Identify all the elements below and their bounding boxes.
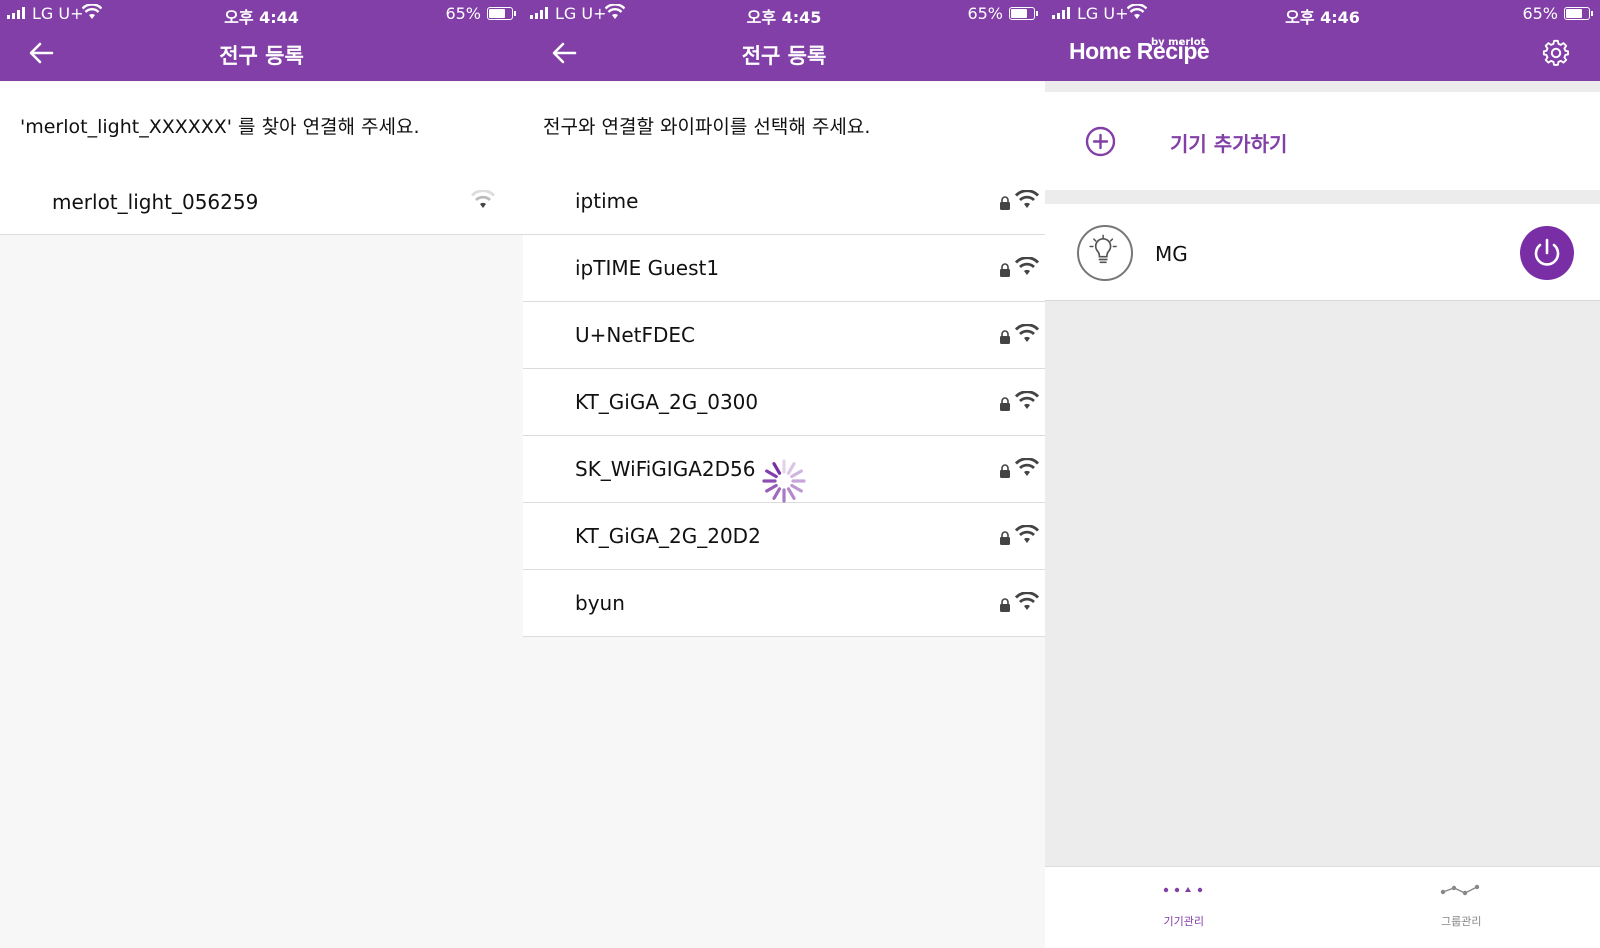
network-row[interactable]: ipTIME Guest1 (523, 235, 1045, 302)
app-header: LG U+ 오후 4:45 65% 전구 등록 (523, 0, 1045, 81)
wifi-network-list: 전구와 연결할 와이파이를 선택해 주세요. iptime ipTIME Gues… (523, 82, 1045, 637)
status-bar: LG U+ 오후 4:45 65% (523, 0, 1045, 27)
tab-groups-label: 그룹관리 (1441, 915, 1482, 928)
network-list: 'merlot_light_XXXXXX' 를 찾아 연결해 주세요. merl… (0, 82, 523, 235)
instruction-text: 전구와 연결할 와이파이를 선택해 주세요. (543, 116, 871, 138)
network-name: SK_WiFiGIGA2D56 (575, 457, 756, 481)
lock-icon (1000, 464, 1010, 478)
network-row[interactable]: merlot_light_056259 (0, 168, 523, 235)
battery-icon (1009, 7, 1038, 20)
status-bar: LG U+ 오후 4:44 65% (0, 0, 523, 27)
power-button[interactable] (1520, 226, 1574, 280)
screen-bulb-register-step1: LG U+ 오후 4:44 65% 전구 등록 'merlot_light_XX… (0, 0, 523, 948)
tab-devices-label: 기기관리 (1163, 915, 1204, 928)
network-name: KT_GiGA_2G_0300 (575, 390, 759, 414)
wifi-signal-icon (1015, 592, 1039, 610)
network-name: iptime (575, 189, 639, 213)
network-name: KT_GiGA_2G_20D2 (575, 524, 761, 548)
wifi-signal-icon (1015, 391, 1039, 409)
wifi-signal-icon (1015, 190, 1039, 208)
status-bar: LG U+ 오후 4:46 65% (1045, 0, 1600, 27)
network-name: merlot_light_056259 (52, 189, 259, 214)
lock-icon (1000, 196, 1010, 210)
tab-groups[interactable]: 그룹관리 (1323, 867, 1600, 948)
page-title: 전구 등록 (741, 44, 827, 68)
clock: 오후 4:46 (1285, 8, 1360, 27)
battery-percent: 65% (445, 4, 481, 23)
group-icon (1441, 884, 1480, 896)
battery-percent: 65% (967, 4, 1003, 23)
add-device-label: 기기 추가하기 (1170, 132, 1288, 156)
instruction-text: 'merlot_light_XXXXXX' 를 찾아 연결해 주세요. (20, 116, 420, 138)
device-name: MG (1155, 242, 1188, 266)
screen-bulb-register-step2: LG U+ 오후 4:45 65% 전구 등록 전구와 연결할 와이파이를 선택… (523, 0, 1045, 948)
network-name: byun (575, 591, 625, 615)
wifi-signal-icon (1015, 257, 1039, 275)
app-header: LG U+ 오후 4:44 65% 전구 등록 (0, 0, 523, 81)
wifi-signal-icon (1015, 324, 1039, 342)
battery-percent: 65% (1522, 4, 1558, 23)
lock-icon (1000, 598, 1010, 612)
network-row[interactable]: U+NetFDEC (523, 302, 1045, 369)
battery-icon (1564, 7, 1593, 20)
network-row[interactable]: iptime (523, 168, 1045, 235)
screen-home: LG U+ 오후 4:46 65% Home Recipe by merlot … (1045, 0, 1600, 948)
lock-icon (1000, 397, 1010, 411)
add-device-button[interactable]: 기기 추가하기 (1045, 92, 1600, 190)
tab-devices[interactable]: 기기관리 (1045, 867, 1323, 948)
network-name: ipTIME Guest1 (575, 256, 720, 280)
app-header: LG U+ 오후 4:46 65% Home Recipe by merlot (1045, 0, 1600, 81)
page-title: 전구 등록 (219, 44, 304, 68)
network-row[interactable]: KT_GiGA_2G_20D2 (523, 503, 1045, 570)
wifi-signal-icon (1015, 525, 1039, 543)
lock-icon (1000, 263, 1010, 277)
bulb-icon (1077, 225, 1133, 281)
power-icon (1534, 238, 1560, 266)
wifi-weak-icon (471, 190, 495, 208)
bottom-tab-bar: 기기관리 그룹관리 (1045, 866, 1600, 948)
network-row[interactable]: KT_GiGA_2G_0300 (523, 369, 1045, 436)
device-card[interactable]: MG (1045, 204, 1600, 301)
lock-icon (1000, 531, 1010, 545)
devices-icon (1163, 887, 1202, 893)
gear-icon[interactable] (1542, 39, 1570, 67)
network-name: U+NetFDEC (575, 323, 696, 347)
plus-circle-icon (1085, 126, 1116, 157)
wifi-signal-icon (1015, 458, 1039, 476)
lock-icon (1000, 330, 1010, 344)
loading-spinner-icon (762, 459, 806, 503)
battery-icon (487, 7, 516, 20)
app-logo-byline: by merlot (1151, 37, 1206, 48)
network-row[interactable]: byun (523, 570, 1045, 637)
